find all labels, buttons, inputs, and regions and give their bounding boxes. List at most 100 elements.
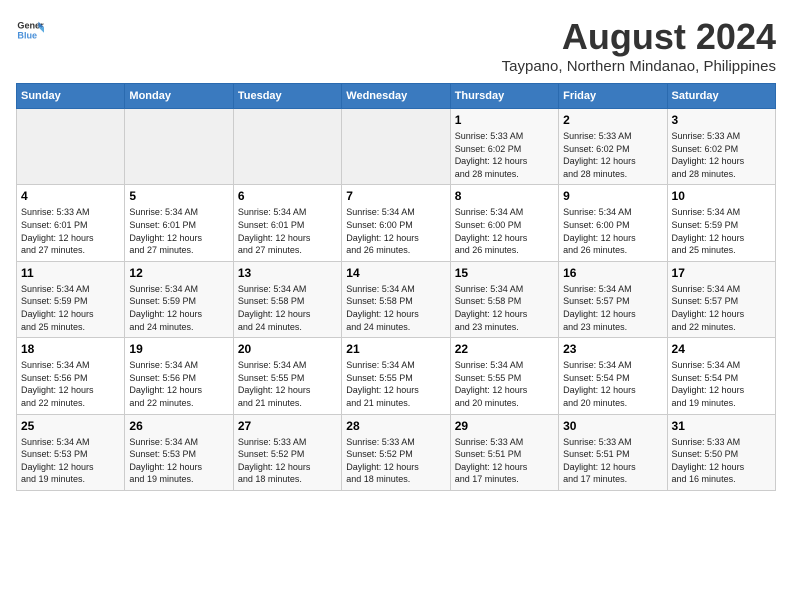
day-info: Sunrise: 5:34 AM Sunset: 5:59 PM Dayligh… [129, 283, 228, 333]
day-cell: 31Sunrise: 5:33 AM Sunset: 5:50 PM Dayli… [667, 414, 775, 490]
week-row-0: 1 Sunrise: 5:33 AM Sunset: 6:02 PM Daylig… [17, 109, 776, 185]
day-cell: 30 Sunrise: 5:33 AM Sunset: 5:51 PM Dayli… [559, 414, 667, 490]
day-info: Sunrise: 5:34 AM Sunset: 5:55 PM Dayligh… [238, 359, 337, 409]
day-cell: 3 Sunrise: 5:33 AM Sunset: 6:02 PM Daylig… [667, 109, 775, 185]
day-cell: 11Sunrise: 5:34 AM Sunset: 5:59 PM Dayli… [17, 261, 125, 337]
day-number: 13 [238, 266, 337, 280]
day-cell: 28 Sunrise: 5:33 AM Sunset: 5:52 PM Dayli… [342, 414, 450, 490]
day-info: Sunrise: 5:34 AM Sunset: 6:00 PM Dayligh… [455, 206, 554, 256]
day-number: 21 [346, 342, 445, 356]
day-info: Sunrise: 5:34 AM Sunset: 6:01 PM Dayligh… [129, 206, 228, 256]
day-info: Sunrise: 5:33 AM Sunset: 6:02 PM Dayligh… [672, 130, 771, 180]
day-cell: 29Sunrise: 5:33 AM Sunset: 5:51 PM Dayli… [450, 414, 558, 490]
day-cell: 26 Sunrise: 5:34 AM Sunset: 5:53 PM Dayli… [125, 414, 233, 490]
day-number: 12 [129, 266, 228, 280]
day-info: Sunrise: 5:34 AM Sunset: 5:53 PM Dayligh… [21, 436, 120, 486]
day-number: 16 [563, 266, 662, 280]
header-friday: Friday [559, 84, 667, 109]
day-info: Sunrise: 5:34 AM Sunset: 5:55 PM Dayligh… [346, 359, 445, 409]
day-number: 10 [672, 189, 771, 203]
week-row-1: 4Sunrise: 5:33 AM Sunset: 6:01 PM Daylig… [17, 185, 776, 261]
day-cell: 23 Sunrise: 5:34 AM Sunset: 5:54 PM Dayli… [559, 338, 667, 414]
day-number: 18 [21, 342, 120, 356]
day-info: Sunrise: 5:34 AM Sunset: 6:01 PM Dayligh… [238, 206, 337, 256]
day-info: Sunrise: 5:34 AM Sunset: 5:59 PM Dayligh… [672, 206, 771, 256]
day-cell: 27 Sunrise: 5:33 AM Sunset: 5:52 PM Dayli… [233, 414, 341, 490]
day-cell: 7 Sunrise: 5:34 AM Sunset: 6:00 PM Daylig… [342, 185, 450, 261]
day-cell: 22Sunrise: 5:34 AM Sunset: 5:55 PM Dayli… [450, 338, 558, 414]
header-wednesday: Wednesday [342, 84, 450, 109]
day-number: 27 [238, 419, 337, 433]
header-saturday: Saturday [667, 84, 775, 109]
day-number: 6 [238, 189, 337, 203]
week-row-2: 11 Sunrise: 5:34 AM Sunset: 5:59 PM Dayli… [17, 261, 776, 337]
day-info: Sunrise: 5:34 AM Sunset: 5:57 PM Dayligh… [563, 283, 662, 333]
day-number: 15 [455, 266, 554, 280]
day-number: 14 [346, 266, 445, 280]
day-info: Sunrise: 5:34 AM Sunset: 6:00 PM Dayligh… [346, 206, 445, 256]
header-row: SundayMondayTuesdayWednesdayThursdayFrid… [17, 84, 776, 109]
day-info: Sunrise: 5:33 AM Sunset: 5:51 PM Dayligh… [455, 436, 554, 486]
day-cell: 14 Sunrise: 5:34 AM Sunset: 5:58 PM Dayli… [342, 261, 450, 337]
day-cell: 4Sunrise: 5:33 AM Sunset: 6:01 PM Daylig… [17, 185, 125, 261]
day-info: Sunrise: 5:34 AM Sunset: 5:57 PM Dayligh… [672, 283, 771, 333]
day-info: Sunrise: 5:33 AM Sunset: 6:02 PM Dayligh… [455, 130, 554, 180]
day-info: Sunrise: 5:34 AM Sunset: 5:58 PM Dayligh… [346, 283, 445, 333]
day-info: Sunrise: 5:34 AM Sunset: 5:56 PM Dayligh… [21, 359, 120, 409]
day-number: 22 [455, 342, 554, 356]
day-cell: 21 Sunrise: 5:34 AM Sunset: 5:55 PM Dayli… [342, 338, 450, 414]
calendar-table: SundayMondayTuesdayWednesdayThursdayFrid… [16, 83, 776, 491]
day-info: Sunrise: 5:34 AM Sunset: 5:56 PM Dayligh… [129, 359, 228, 409]
day-number: 25 [21, 419, 120, 433]
day-number: 2 [563, 113, 662, 127]
day-number: 3 [672, 113, 771, 127]
day-number: 26 [129, 419, 228, 433]
day-number: 31 [672, 419, 771, 433]
day-info: Sunrise: 5:34 AM Sunset: 5:58 PM Dayligh… [455, 283, 554, 333]
day-number: 24 [672, 342, 771, 356]
title-area: August 2024 Taypano, Northern Mindanao, … [502, 16, 776, 75]
day-cell [17, 109, 125, 185]
day-cell: 2 Sunrise: 5:33 AM Sunset: 6:02 PM Daylig… [559, 109, 667, 185]
day-cell: 6 Sunrise: 5:34 AM Sunset: 6:01 PM Daylig… [233, 185, 341, 261]
day-cell: 13 Sunrise: 5:34 AM Sunset: 5:58 PM Dayli… [233, 261, 341, 337]
day-number: 19 [129, 342, 228, 356]
day-info: Sunrise: 5:34 AM Sunset: 5:54 PM Dayligh… [672, 359, 771, 409]
day-cell: 18 Sunrise: 5:34 AM Sunset: 5:56 PM Dayli… [17, 338, 125, 414]
day-cell [233, 109, 341, 185]
day-number: 30 [563, 419, 662, 433]
day-cell: 19 Sunrise: 5:34 AM Sunset: 5:56 PM Dayli… [125, 338, 233, 414]
day-cell: 1 Sunrise: 5:33 AM Sunset: 6:02 PM Daylig… [450, 109, 558, 185]
day-cell: 15 Sunrise: 5:34 AM Sunset: 5:58 PM Dayli… [450, 261, 558, 337]
day-cell: 20 Sunrise: 5:34 AM Sunset: 5:55 PM Dayli… [233, 338, 341, 414]
day-info: Sunrise: 5:33 AM Sunset: 5:51 PM Dayligh… [563, 436, 662, 486]
day-number: 11 [21, 266, 120, 280]
day-info: Sunrise: 5:33 AM Sunset: 6:02 PM Dayligh… [563, 130, 662, 180]
week-row-4: 25 Sunrise: 5:34 AM Sunset: 5:53 PM Dayli… [17, 414, 776, 490]
day-info: Sunrise: 5:33 AM Sunset: 5:52 PM Dayligh… [238, 436, 337, 486]
day-cell: 9Sunrise: 5:34 AM Sunset: 6:00 PM Daylig… [559, 185, 667, 261]
header-tuesday: Tuesday [233, 84, 341, 109]
day-cell: 25 Sunrise: 5:34 AM Sunset: 5:53 PM Dayli… [17, 414, 125, 490]
header: General Blue August 2024 Taypano, Northe… [16, 16, 776, 75]
day-info: Sunrise: 5:34 AM Sunset: 6:00 PM Dayligh… [563, 206, 662, 256]
calendar-header: SundayMondayTuesdayWednesdayThursdayFrid… [17, 84, 776, 109]
day-cell: 8 Sunrise: 5:34 AM Sunset: 6:00 PM Daylig… [450, 185, 558, 261]
day-number: 23 [563, 342, 662, 356]
day-info: Sunrise: 5:34 AM Sunset: 5:54 PM Dayligh… [563, 359, 662, 409]
day-cell: 12 Sunrise: 5:34 AM Sunset: 5:59 PM Dayli… [125, 261, 233, 337]
day-cell [342, 109, 450, 185]
day-info: Sunrise: 5:33 AM Sunset: 5:52 PM Dayligh… [346, 436, 445, 486]
day-info: Sunrise: 5:34 AM Sunset: 5:58 PM Dayligh… [238, 283, 337, 333]
day-number: 17 [672, 266, 771, 280]
day-cell: 24 Sunrise: 5:34 AM Sunset: 5:54 PM Dayli… [667, 338, 775, 414]
day-number: 7 [346, 189, 445, 203]
day-cell: 16 Sunrise: 5:34 AM Sunset: 5:57 PM Dayli… [559, 261, 667, 337]
day-number: 1 [455, 113, 554, 127]
day-cell: 17 Sunrise: 5:34 AM Sunset: 5:57 PM Dayli… [667, 261, 775, 337]
day-info: Sunrise: 5:34 AM Sunset: 5:53 PM Dayligh… [129, 436, 228, 486]
day-number: 28 [346, 419, 445, 433]
header-thursday: Thursday [450, 84, 558, 109]
day-number: 20 [238, 342, 337, 356]
day-number: 8 [455, 189, 554, 203]
